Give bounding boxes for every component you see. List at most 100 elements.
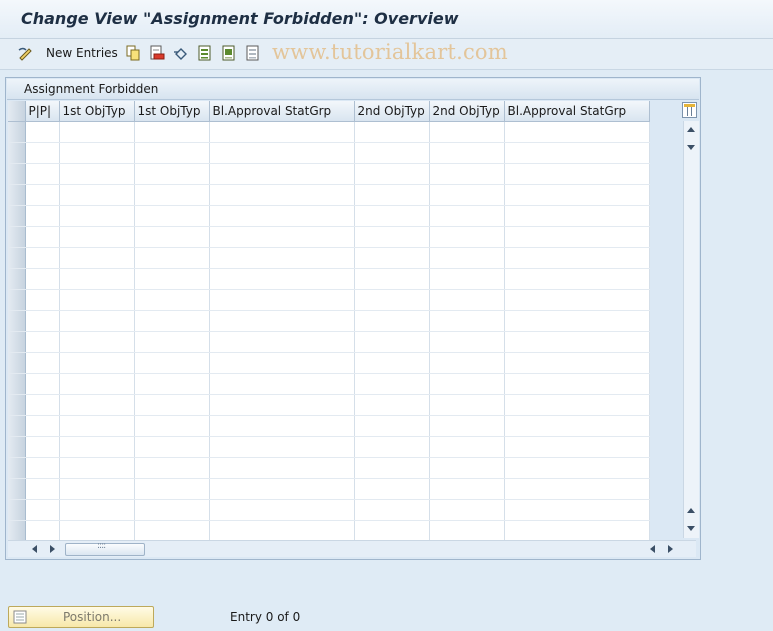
table-cell[interactable] — [429, 205, 505, 227]
table-cell[interactable] — [354, 142, 430, 164]
table-cell[interactable] — [209, 289, 355, 311]
table-cell[interactable] — [209, 415, 355, 437]
table-cell[interactable] — [25, 457, 60, 479]
delete-icon[interactable] — [149, 45, 165, 61]
table-cell[interactable] — [59, 352, 135, 374]
table-cell[interactable] — [25, 394, 60, 416]
table-cell[interactable] — [59, 289, 135, 311]
table-cell[interactable] — [25, 247, 60, 269]
table-cell[interactable] — [354, 268, 430, 290]
scroll-left-end-icon[interactable] — [650, 545, 655, 553]
table-cell[interactable] — [25, 373, 60, 395]
table-cell[interactable] — [25, 268, 60, 290]
table-cell[interactable] — [429, 457, 505, 479]
table-cell[interactable] — [209, 331, 355, 353]
table-cell[interactable] — [134, 352, 210, 374]
table-cell[interactable] — [429, 331, 505, 353]
row-selector[interactable] — [8, 436, 26, 458]
table-cell[interactable] — [134, 436, 210, 458]
table-cell[interactable] — [134, 415, 210, 437]
table-cell[interactable] — [134, 205, 210, 227]
scroll-thumb[interactable]: :::: — [65, 541, 145, 556]
table-cell[interactable] — [25, 121, 60, 143]
table-cell[interactable] — [134, 373, 210, 395]
table-cell[interactable] — [504, 415, 650, 437]
table-cell[interactable] — [209, 184, 355, 206]
table-cell[interactable] — [504, 478, 650, 500]
column-header[interactable]: 2nd ObjTyp — [429, 101, 505, 122]
scroll-page-up-icon[interactable] — [687, 508, 695, 513]
table-cell[interactable] — [25, 184, 60, 206]
table-cell[interactable] — [354, 478, 430, 500]
table-cell[interactable] — [504, 268, 650, 290]
table-cell[interactable] — [209, 247, 355, 269]
table-cell[interactable] — [504, 142, 650, 164]
table-cell[interactable] — [59, 373, 135, 395]
table-cell[interactable] — [354, 499, 430, 521]
column-header[interactable]: 2nd ObjTyp — [354, 101, 430, 122]
scroll-up-icon[interactable] — [687, 127, 695, 132]
table-cell[interactable] — [209, 436, 355, 458]
table-cell[interactable] — [429, 226, 505, 248]
table-cell[interactable] — [504, 331, 650, 353]
row-selector[interactable] — [8, 310, 26, 332]
select-all-cell[interactable] — [8, 101, 26, 122]
row-selector[interactable] — [8, 289, 26, 311]
table-cell[interactable] — [504, 163, 650, 185]
table-cell[interactable] — [209, 121, 355, 143]
row-selector[interactable] — [8, 520, 26, 542]
table-cell[interactable] — [59, 121, 135, 143]
column-settings-icon[interactable] — [682, 102, 697, 118]
table-cell[interactable] — [134, 226, 210, 248]
table-cell[interactable] — [209, 226, 355, 248]
column-header[interactable]: Bl.Approval StatGrp — [209, 101, 355, 122]
table-cell[interactable] — [429, 415, 505, 437]
table-cell[interactable] — [354, 331, 430, 353]
scroll-left-icon[interactable] — [32, 545, 37, 553]
table-cell[interactable] — [134, 394, 210, 416]
column-header[interactable]: 1st ObjTyp — [134, 101, 210, 122]
table-cell[interactable] — [59, 520, 135, 542]
table-cell[interactable] — [209, 457, 355, 479]
table-cell[interactable] — [25, 331, 60, 353]
table-cell[interactable] — [134, 289, 210, 311]
scroll-right-icon[interactable] — [50, 545, 55, 553]
table-cell[interactable] — [354, 436, 430, 458]
table-cell[interactable] — [59, 268, 135, 290]
table-cell[interactable] — [59, 205, 135, 227]
row-selector[interactable] — [8, 352, 26, 374]
table-cell[interactable] — [429, 394, 505, 416]
table-cell[interactable] — [25, 520, 60, 542]
table-cell[interactable] — [59, 226, 135, 248]
table-cell[interactable] — [354, 457, 430, 479]
table-cell[interactable] — [354, 247, 430, 269]
position-button[interactable]: Position... — [8, 606, 154, 628]
table-cell[interactable] — [354, 226, 430, 248]
table-cell[interactable] — [429, 289, 505, 311]
table-cell[interactable] — [134, 121, 210, 143]
table-cell[interactable] — [134, 478, 210, 500]
table-cell[interactable] — [25, 499, 60, 521]
table-cell[interactable] — [59, 163, 135, 185]
table-cell[interactable] — [429, 310, 505, 332]
table-cell[interactable] — [354, 373, 430, 395]
table-cell[interactable] — [504, 184, 650, 206]
scroll-down-icon[interactable] — [687, 145, 695, 150]
select-all-icon[interactable] — [197, 45, 213, 61]
row-selector[interactable] — [8, 331, 26, 353]
table-cell[interactable] — [504, 205, 650, 227]
table-cell[interactable] — [504, 352, 650, 374]
table-cell[interactable] — [354, 121, 430, 143]
table-cell[interactable] — [504, 394, 650, 416]
row-selector[interactable] — [8, 226, 26, 248]
table-cell[interactable] — [504, 436, 650, 458]
table-cell[interactable] — [429, 268, 505, 290]
table-cell[interactable] — [59, 436, 135, 458]
table-cell[interactable] — [134, 268, 210, 290]
table-cell[interactable] — [134, 163, 210, 185]
table-cell[interactable] — [429, 499, 505, 521]
table-cell[interactable] — [209, 163, 355, 185]
table-cell[interactable] — [429, 373, 505, 395]
table-cell[interactable] — [504, 247, 650, 269]
table-cell[interactable] — [25, 352, 60, 374]
